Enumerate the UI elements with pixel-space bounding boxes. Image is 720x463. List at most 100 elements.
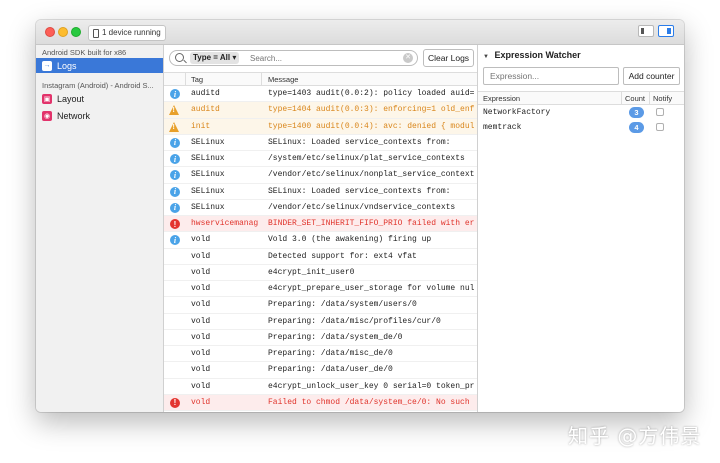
log-message: e4crypt_prepare_user_storage for volume … (268, 284, 475, 293)
log-tag: auditd (191, 89, 220, 98)
log-message: /vendor/etc/selinux/nonplat_service_cont… (268, 170, 475, 180)
watcher-row[interactable]: memtrack 4 (478, 121, 684, 135)
search-icon (175, 53, 184, 62)
clear-search-icon[interactable]: ✕ (403, 53, 413, 63)
info-icon: i (170, 89, 180, 99)
log-message: Preparing: /data/system/users/0 (268, 300, 417, 310)
log-row[interactable]: ! hwservicemanag BINDER_SET_INHERIT_FIFO_P… (164, 216, 477, 233)
log-message: /vendor/etc/selinux/vndservice_contexts (268, 202, 456, 212)
log-tag: SELinux (191, 186, 225, 196)
log-row[interactable]: i SELinux SELinux: Loaded service_contexts… (164, 184, 477, 200)
log-message: type=1400 audit(0.0:4): avc: denied { mo… (268, 121, 475, 131)
watcher-expression: NetworkFactory (483, 108, 551, 117)
log-tag: SELinux (191, 154, 225, 163)
log-row[interactable]: ! vold Failed to chmod /data/system_ce/0: … (164, 394, 477, 411)
log-row[interactable]: vold e4crypt_unlock_user_key 0 serial=0 t… (164, 379, 477, 395)
toggle-right-sidebar-icon[interactable] (658, 25, 674, 37)
log-message: e4crypt_init_user0 (268, 267, 355, 277)
log-tag: SELinux (191, 202, 225, 212)
notify-checkbox[interactable] (656, 108, 664, 116)
info-icon: i (170, 137, 180, 148)
log-row[interactable]: i SELinux SELinux: Loaded service_contexts… (164, 135, 477, 151)
log-row[interactable]: vold Preparing: /data/system_de/0 (164, 330, 477, 346)
search-input[interactable] (250, 52, 390, 64)
log-tag: vold (191, 332, 211, 342)
device-selector-button[interactable]: 1 device running (88, 25, 166, 41)
log-tag: vold (191, 235, 211, 245)
log-tag: init (191, 121, 211, 131)
log-tag: vold (191, 365, 211, 375)
column-header-notify[interactable]: Notify (653, 94, 672, 103)
watcher-title-bar[interactable]: ▼ Expression Watcher (483, 50, 581, 60)
sidebar-item-label: Network (57, 110, 91, 121)
log-row[interactable]: vold e4crypt_prepare_user_storage for vol… (164, 281, 477, 298)
layout-icon: ▣ (42, 93, 52, 104)
error-icon: ! (170, 397, 180, 408)
sidebar-item-logs[interactable]: → Logs (36, 58, 163, 73)
warning-icon (169, 105, 179, 116)
log-row[interactable]: i auditd type=1403 audit(0.0:2): policy lo… (164, 86, 477, 103)
log-message: SELinux: Loaded service_contexts from: (268, 186, 451, 196)
toggle-left-sidebar-icon[interactable] (638, 25, 654, 37)
collapse-caret-icon: ▼ (483, 54, 489, 60)
log-row[interactable]: vold Detected support for: ext4 vfat (164, 249, 477, 265)
sidebar-item-layout[interactable]: ▣ Layout (36, 91, 163, 106)
log-row[interactable]: i vold Vold 3.0 (the awakening) firing up (164, 232, 477, 249)
column-header-message[interactable]: Message (268, 75, 298, 84)
minimize-window-button[interactable] (58, 27, 68, 37)
sidebar-item-label: Layout (57, 93, 85, 104)
log-row[interactable]: vold Preparing: /data/misc_de/0 (164, 346, 477, 363)
zoom-window-button[interactable] (71, 27, 81, 37)
clear-logs-button[interactable]: Clear Logs (423, 49, 474, 67)
log-row[interactable]: i SELinux/system/etc/selinux/plat_service… (164, 151, 477, 168)
log-row[interactable]: i SELinux/vendor/etc/selinux/vndservice_c… (164, 200, 477, 216)
log-message: Preparing: /data/misc/profiles/cur/0 (268, 316, 441, 326)
log-tag: vold (191, 316, 211, 326)
log-row[interactable]: vold e4crypt_init_user0 (164, 265, 477, 281)
log-message: e4crypt_unlock_user_key 0 serial=0 token… (268, 381, 475, 391)
device-header: Android SDK built for x86 (42, 48, 127, 57)
log-row[interactable]: init type=1400 audit(0.0:4): avc: denied … (164, 118, 477, 135)
info-icon: i (170, 154, 180, 164)
logs-icon: → (42, 60, 52, 71)
info-icon: i (170, 202, 180, 213)
info-icon: i (170, 170, 180, 181)
type-filter-token[interactable]: Type = All ▾ (190, 52, 240, 64)
log-tag: SELinux (191, 170, 225, 180)
logs-panel: Type = All ▾ ✕ Clear Logs Tag Message ia… (164, 45, 478, 412)
log-message: SELinux: Loaded service_contexts from: (268, 137, 451, 147)
log-row[interactable]: vold Preparing: /data/system/users/0 (164, 297, 477, 314)
log-tag: vold (191, 349, 211, 358)
column-header-count[interactable]: Count (625, 94, 645, 103)
watermark-text: 知乎 @方伟景 (568, 424, 702, 448)
expression-input[interactable] (483, 67, 619, 85)
plugin-sidebar: Android SDK built for x86 → Logs Instagr… (36, 45, 164, 412)
log-tag: vold (191, 251, 211, 261)
log-row[interactable]: auditd type=1404 audit(0.0:3): enforcing=… (164, 102, 477, 119)
log-row[interactable]: i SELinux/vendor/etc/selinux/nonplat_serv… (164, 167, 477, 184)
log-message: Failed to chmod /data/system_ce/0: No su… (268, 397, 470, 407)
log-tag: vold (191, 284, 211, 293)
log-message: Preparing: /data/misc_de/0 (268, 349, 393, 358)
add-counter-button[interactable]: Add counter (623, 67, 680, 85)
watcher-row[interactable]: NetworkFactory 3 (478, 106, 684, 120)
column-header-expression[interactable]: Expression (483, 94, 520, 103)
log-tag: SELinux (191, 137, 225, 147)
column-header-tag[interactable]: Tag (191, 75, 203, 84)
notify-checkbox[interactable] (656, 123, 664, 131)
sidebar-item-label: Logs (57, 60, 77, 71)
phone-icon (93, 28, 99, 38)
close-window-button[interactable] (45, 27, 55, 37)
sidebar-item-network[interactable]: ◉ Network (36, 108, 163, 123)
log-message: Detected support for: ext4 vfat (268, 251, 417, 261)
log-message: /system/etc/selinux/plat_service_context… (268, 154, 465, 163)
watcher-table-header: Expression Count Notify (478, 91, 684, 105)
watcher-expression: memtrack (483, 123, 522, 132)
search-bar[interactable]: Type = All ▾ ✕ (169, 50, 418, 66)
log-row[interactable]: vold Preparing: /data/misc/profiles/cur/0 (164, 314, 477, 330)
log-message: type=1404 audit(0.0:3): enforcing=1 old_… (268, 105, 475, 115)
error-icon: ! (170, 219, 180, 229)
log-row[interactable]: vold Preparing: /data/user_de/0 (164, 362, 477, 379)
log-tag: vold (191, 300, 211, 310)
count-badge: 3 (629, 107, 644, 118)
